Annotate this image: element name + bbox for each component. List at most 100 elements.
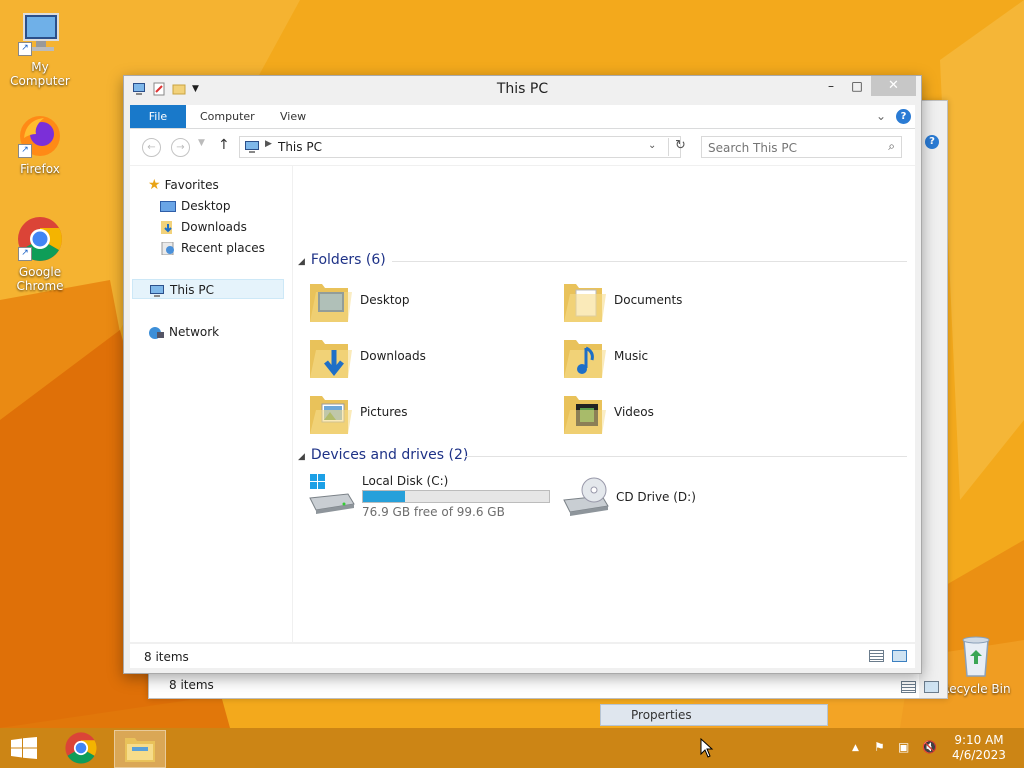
ribbon-tabs: File Computer View ⌄ ? bbox=[130, 105, 915, 129]
drive-name: Local Disk (C:) bbox=[362, 474, 449, 488]
nav-desktop[interactable]: Desktop bbox=[160, 196, 231, 216]
search-input[interactable] bbox=[706, 139, 878, 156]
status-item-count: 8 items bbox=[144, 650, 189, 664]
desktop-icon-google-chrome[interactable]: ↗ Google Chrome bbox=[0, 215, 80, 293]
chrome-icon bbox=[65, 732, 97, 764]
large-icons-view-icon[interactable] bbox=[924, 681, 939, 693]
maximize-button[interactable]: □ bbox=[846, 76, 868, 96]
back-button[interactable]: ← bbox=[142, 138, 161, 157]
mouse-cursor bbox=[700, 738, 714, 758]
drive-local-disk-c[interactable]: Local Disk (C:) 76.9 GB free of 99.6 GB bbox=[308, 474, 558, 522]
nav-this-pc[interactable]: This PC bbox=[132, 279, 284, 299]
taskbar-chrome[interactable] bbox=[56, 730, 106, 766]
breadcrumb-separator-icon[interactable]: ▶ bbox=[265, 139, 272, 149]
nav-favorites[interactable]: ★ Favorites bbox=[148, 175, 219, 195]
start-button[interactable] bbox=[10, 737, 38, 759]
recent-places-icon bbox=[161, 242, 174, 255]
desktop-icon-firefox[interactable]: ↗ Firefox bbox=[0, 112, 80, 176]
devices-group-header[interactable]: ◢ Devices and drives (2) bbox=[298, 447, 468, 463]
desktop-icon-label: My Computer bbox=[10, 60, 70, 88]
folders-header-label: Folders (6) bbox=[310, 252, 386, 268]
show-hidden-icons[interactable]: ▲ bbox=[852, 743, 859, 753]
help-icon[interactable]: ? bbox=[896, 109, 911, 124]
nav-network[interactable]: Network bbox=[148, 322, 219, 342]
search-icon[interactable]: ⌕ bbox=[888, 139, 895, 154]
details-view-icon[interactable] bbox=[901, 681, 916, 693]
folder-label: Music bbox=[614, 349, 649, 363]
refresh-icon[interactable]: ↻ bbox=[668, 138, 686, 156]
computer-icon bbox=[245, 141, 259, 153]
nav-recent-places[interactable]: Recent places bbox=[160, 238, 265, 258]
tab-computer[interactable]: Computer bbox=[200, 105, 255, 128]
desktop-icon-my-computer[interactable]: ↗ My Computer bbox=[0, 10, 80, 88]
divider bbox=[392, 261, 907, 262]
properties-taskbar-item[interactable]: Properties bbox=[600, 704, 828, 726]
search-box[interactable]: ⌕ bbox=[701, 136, 902, 158]
help-icon[interactable]: ? bbox=[925, 135, 939, 149]
computer-icon bbox=[150, 285, 164, 297]
folders-group-header[interactable]: ◢ Folders (6) bbox=[298, 252, 386, 268]
folder-label: Downloads bbox=[360, 349, 426, 363]
forward-button[interactable]: → bbox=[171, 138, 190, 157]
minimize-button[interactable]: – bbox=[820, 76, 842, 96]
tab-file[interactable]: File bbox=[130, 105, 186, 128]
breadcrumb-this-pc[interactable]: This PC bbox=[278, 140, 322, 154]
large-icons-view-icon[interactable] bbox=[892, 650, 907, 662]
address-dropdown-icon[interactable]: ⌄ bbox=[648, 140, 656, 151]
cd-drive-icon bbox=[563, 477, 609, 516]
navigation-pane: ★ Favorites Desktop Downloads Recent plac… bbox=[130, 166, 290, 642]
taskbar: ▲ ⚑ ▣ 🔇 9:10 AM 4/6/2023 bbox=[0, 728, 1024, 768]
folder-label: Videos bbox=[614, 405, 654, 419]
desktop-icon bbox=[160, 201, 176, 212]
network-icon bbox=[149, 327, 164, 339]
devices-header-label: Devices and drives (2) bbox=[310, 447, 469, 463]
pictures-folder-icon bbox=[310, 396, 352, 434]
status-item-count: 8 items bbox=[169, 678, 214, 692]
volume-muted-icon[interactable]: 🔇 bbox=[922, 740, 937, 754]
status-bar: 8 items bbox=[130, 643, 915, 668]
nav-downloads[interactable]: Downloads bbox=[160, 217, 247, 237]
details-view-icon[interactable] bbox=[869, 650, 884, 662]
recent-locations-icon[interactable]: ▼ bbox=[198, 138, 205, 148]
taskbar-clock[interactable]: 9:10 AM 4/6/2023 bbox=[948, 733, 1010, 763]
collapse-icon[interactable]: ◢ bbox=[298, 452, 305, 462]
collapse-icon[interactable]: ◢ bbox=[298, 257, 305, 267]
title-bar[interactable]: ▼ This PC – □ ✕ bbox=[124, 76, 921, 104]
pane-divider[interactable] bbox=[292, 166, 293, 642]
drive-free-space: 76.9 GB free of 99.6 GB bbox=[362, 505, 505, 519]
folder-label: Documents bbox=[614, 293, 683, 307]
shortcut-arrow-icon: ↗ bbox=[18, 247, 32, 261]
nav-network-label: Network bbox=[169, 325, 220, 339]
music-folder-icon bbox=[564, 340, 606, 378]
up-button[interactable]: ↑ bbox=[218, 137, 230, 153]
drive-cd-d[interactable]: CD Drive (D:) bbox=[562, 474, 742, 522]
drive-usage-fill bbox=[363, 491, 406, 502]
nav-recent-places-label: Recent places bbox=[181, 241, 265, 255]
shortcut-arrow-icon: ↗ bbox=[18, 42, 32, 56]
tab-view[interactable]: View bbox=[280, 105, 306, 128]
explorer-window[interactable]: ▼ This PC – □ ✕ File Computer View ⌄ ? ←… bbox=[123, 75, 922, 674]
navigation-bar: ← → ▼ ↑ ▶ This PC ⌄ ↻ ⌕ bbox=[130, 129, 915, 165]
window-title: This PC bbox=[496, 81, 549, 97]
action-center-flag-icon[interactable]: ⚑ bbox=[874, 740, 885, 754]
shortcut-arrow-icon: ↗ bbox=[18, 144, 32, 158]
view-toggle bbox=[869, 650, 907, 662]
folder-label: Pictures bbox=[360, 405, 408, 419]
nav-favorites-label: Favorites bbox=[164, 178, 219, 192]
background-window-edge bbox=[919, 101, 947, 698]
nav-downloads-label: Downloads bbox=[181, 220, 247, 234]
desktop-icon-label: Firefox bbox=[20, 162, 60, 176]
downloads-icon bbox=[161, 221, 172, 234]
expand-ribbon-icon[interactable]: ⌄ bbox=[876, 109, 886, 123]
documents-folder-icon bbox=[564, 284, 606, 322]
file-explorer-icon bbox=[125, 738, 155, 762]
desktop-icon-recycle-bin[interactable]: Recycle Bin bbox=[936, 632, 1016, 696]
nav-desktop-label: Desktop bbox=[181, 199, 231, 213]
taskbar-file-explorer[interactable] bbox=[114, 730, 166, 768]
close-button[interactable]: ✕ bbox=[871, 76, 916, 96]
address-bar[interactable]: ▶ This PC ⌄ ↻ bbox=[239, 136, 686, 158]
nav-this-pc-label: This PC bbox=[170, 283, 214, 297]
network-icon[interactable]: ▣ bbox=[898, 740, 909, 754]
clock-date: 4/6/2023 bbox=[952, 748, 1006, 762]
star-icon: ★ bbox=[148, 177, 161, 193]
